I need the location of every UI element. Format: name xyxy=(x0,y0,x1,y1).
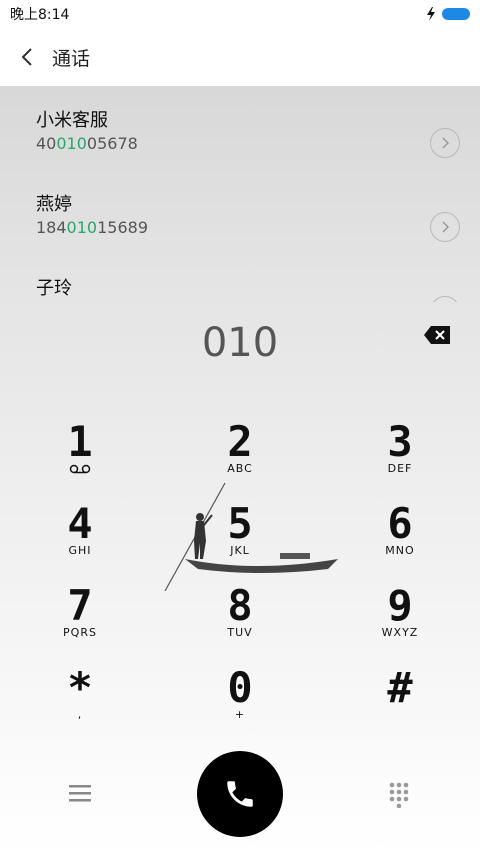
phone-icon xyxy=(227,781,253,807)
status-bar: 晚上8:14 xyxy=(0,0,480,28)
dialed-number: 010 xyxy=(201,320,279,366)
dialer-content: 小米客服 4001005678 燕婷 18401015689 子玲 010 1 … xyxy=(0,86,480,853)
key-8[interactable]: 8 TUV xyxy=(180,584,300,654)
key-9[interactable]: 9 WXYZ xyxy=(340,584,460,654)
charging-icon xyxy=(427,7,435,21)
key-6[interactable]: 6 MNO xyxy=(340,502,460,572)
key-1[interactable]: 1 xyxy=(20,420,140,490)
contact-name: 燕婷 xyxy=(36,194,72,215)
contact-detail-button[interactable] xyxy=(430,212,460,242)
match-highlight: 010 xyxy=(56,134,87,153)
call-button[interactable] xyxy=(197,751,283,837)
contact-name: 子玲 xyxy=(36,278,72,299)
chevron-right-icon xyxy=(442,137,449,149)
contact-detail-button[interactable] xyxy=(430,128,460,158)
key-hash[interactable]: # xyxy=(340,666,460,736)
key-7[interactable]: 7 PQRS xyxy=(20,584,140,654)
header: 通话 xyxy=(0,28,480,86)
key-4[interactable]: 4 GHI xyxy=(20,502,140,572)
key-0[interactable]: 0 + xyxy=(180,666,300,736)
chevron-left-icon[interactable] xyxy=(18,48,36,66)
dialpad-icon[interactable] xyxy=(388,782,410,809)
key-star[interactable]: * , xyxy=(20,666,140,736)
status-time: 晚上8:14 xyxy=(10,7,70,23)
key-5[interactable]: 5 JKL xyxy=(180,502,300,572)
contact-item-xiaomi[interactable]: 小米客服 4001005678 xyxy=(36,106,460,170)
status-icons xyxy=(426,7,470,21)
chevron-right-icon xyxy=(442,221,449,233)
key-3[interactable]: 3 DEF xyxy=(340,420,460,490)
contact-number: 18401015689 xyxy=(36,218,148,237)
backspace-icon[interactable] xyxy=(424,326,450,344)
battery-icon xyxy=(442,8,470,20)
match-highlight: 010 xyxy=(66,218,98,237)
contact-item-yanting[interactable]: 燕婷 18401015689 xyxy=(36,190,460,254)
key-2[interactable]: 2 ABC xyxy=(180,420,300,490)
contact-name: 小米客服 xyxy=(36,110,108,131)
page-title: 通话 xyxy=(52,47,91,70)
contact-number: 4001005678 xyxy=(36,134,138,153)
menu-icon[interactable] xyxy=(68,783,92,803)
voicemail-icon xyxy=(69,464,91,474)
contact-item-ziling[interactable]: 子玲 xyxy=(36,274,460,302)
